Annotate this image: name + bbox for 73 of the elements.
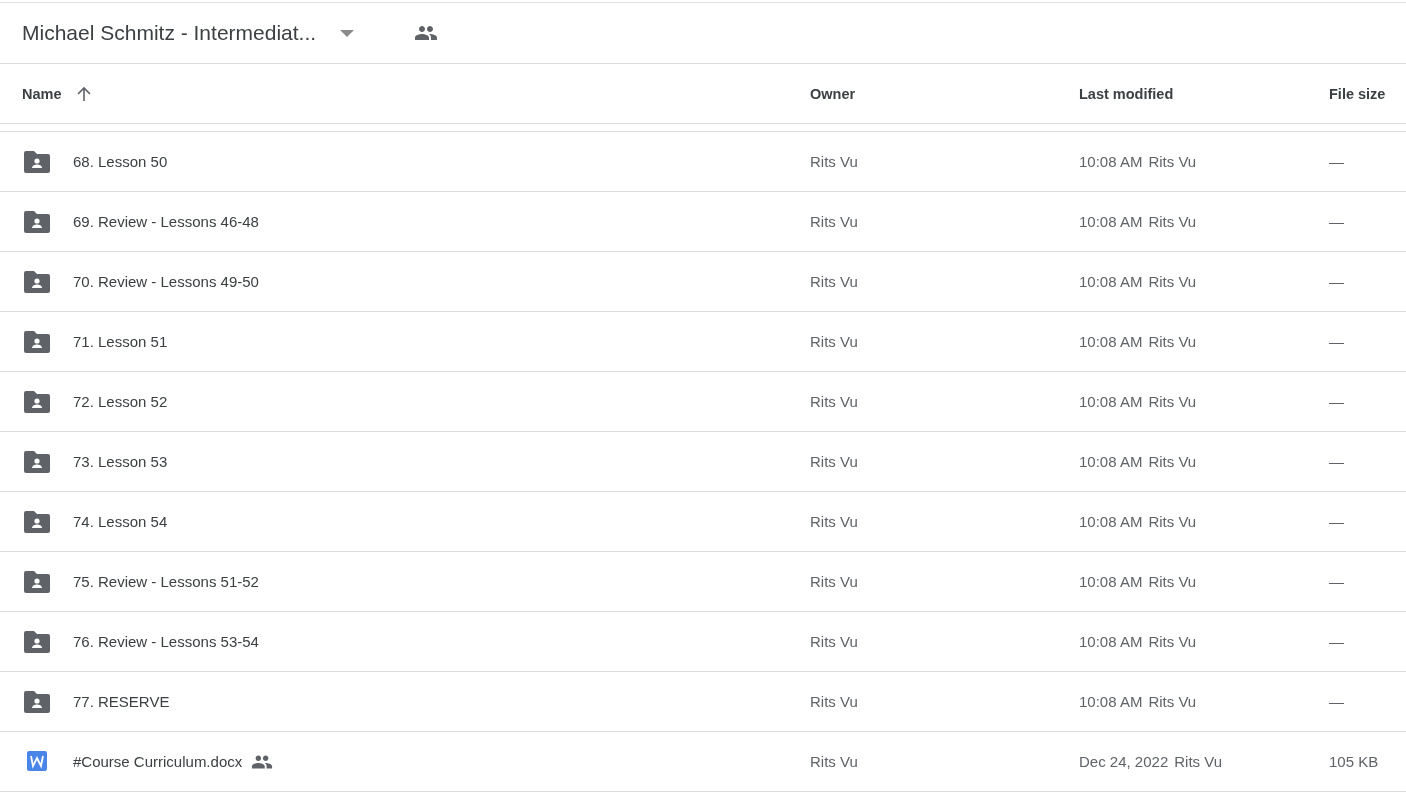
file-size: — bbox=[1329, 273, 1344, 290]
modified-by: Rits Vu bbox=[1148, 513, 1197, 530]
modified-time: 10:08 AM bbox=[1079, 573, 1143, 590]
modified-by: Rits Vu bbox=[1148, 273, 1197, 290]
shared-folder-icon bbox=[24, 690, 50, 713]
file-name[interactable]: 68. Lesson 50 bbox=[73, 153, 168, 170]
file-size: — bbox=[1329, 693, 1344, 710]
file-name[interactable]: 69. Review - Lessons 46-48 bbox=[73, 213, 259, 230]
file-size: — bbox=[1329, 453, 1344, 470]
folder-title[interactable]: Michael Schmitz - Intermediat... bbox=[22, 21, 317, 45]
word-document-icon bbox=[24, 750, 50, 773]
owner-name: Rits Vu bbox=[810, 153, 858, 170]
file-name[interactable]: 76. Review - Lessons 53-54 bbox=[73, 633, 259, 650]
owner-name: Rits Vu bbox=[810, 273, 858, 290]
modified-by: Rits Vu bbox=[1148, 393, 1197, 410]
modified-time: 10:08 AM bbox=[1079, 153, 1143, 170]
modified-by: Rits Vu bbox=[1148, 633, 1197, 650]
owner-name: Rits Vu bbox=[810, 573, 858, 590]
file-size: — bbox=[1329, 213, 1344, 230]
column-header[interactable]: File size bbox=[1329, 85, 1386, 102]
modified-by: Rits Vu bbox=[1148, 213, 1197, 230]
owner-name: Rits Vu bbox=[810, 693, 858, 710]
modified-time: 10:08 AM bbox=[1079, 633, 1143, 650]
shared-folder-icon bbox=[24, 270, 50, 293]
owner-name: Rits Vu bbox=[810, 513, 858, 530]
shared-folder-icon bbox=[24, 330, 50, 353]
owner-name: Rits Vu bbox=[810, 333, 858, 350]
file-name[interactable]: 72. Lesson 52 bbox=[73, 393, 168, 410]
modified-time: 10:08 AM bbox=[1079, 273, 1143, 290]
caret-icon[interactable] bbox=[340, 29, 355, 37]
modified-by: Rits Vu bbox=[1174, 753, 1223, 770]
file-name[interactable]: 75. Review - Lessons 51-52 bbox=[73, 573, 259, 590]
modified-time: 10:08 AM bbox=[1079, 393, 1143, 410]
column-header[interactable]: Name bbox=[22, 85, 62, 102]
owner-name: Rits Vu bbox=[810, 633, 858, 650]
column-header[interactable]: Owner bbox=[810, 85, 856, 102]
file-name[interactable]: 70. Review - Lessons 49-50 bbox=[73, 273, 259, 290]
file-size: — bbox=[1329, 573, 1344, 590]
modified-time: Dec 24, 2022 bbox=[1079, 753, 1169, 770]
modified-time: 10:08 AM bbox=[1079, 513, 1143, 530]
shared-folder-icon bbox=[24, 390, 50, 413]
column-header[interactable]: Last modified bbox=[1079, 85, 1174, 102]
owner-name: Rits Vu bbox=[810, 753, 858, 770]
file-name[interactable]: 74. Lesson 54 bbox=[73, 513, 168, 530]
owner-name: Rits Vu bbox=[810, 213, 858, 230]
shared-folder-icon bbox=[24, 570, 50, 593]
shared-folder-icon bbox=[24, 630, 50, 653]
sort-arrow-icon[interactable] bbox=[75, 85, 92, 102]
modified-time: 10:08 AM bbox=[1079, 453, 1143, 470]
shared-folder-icon bbox=[24, 150, 50, 173]
file-size: 105 KB bbox=[1329, 753, 1379, 770]
file-size: — bbox=[1329, 153, 1344, 170]
modified-time: 10:08 AM bbox=[1079, 693, 1143, 710]
modified-by: Rits Vu bbox=[1148, 333, 1197, 350]
file-name[interactable]: #Course Curriculum.docx bbox=[73, 753, 243, 770]
file-size: — bbox=[1329, 633, 1344, 650]
modified-by: Rits Vu bbox=[1148, 153, 1197, 170]
shared-folder-icon bbox=[24, 450, 50, 473]
file-size: — bbox=[1329, 513, 1344, 530]
shared-folder-icon bbox=[24, 210, 50, 233]
modified-by: Rits Vu bbox=[1148, 453, 1197, 470]
modified-by: Rits Vu bbox=[1148, 573, 1197, 590]
shared-folder-icon bbox=[24, 510, 50, 533]
file-size: — bbox=[1329, 333, 1344, 350]
modified-time: 10:08 AM bbox=[1079, 333, 1143, 350]
file-name[interactable]: 77. RESERVE bbox=[73, 693, 170, 710]
file-name[interactable]: 73. Lesson 53 bbox=[73, 453, 168, 470]
file-size: — bbox=[1329, 393, 1344, 410]
modified-time: 10:08 AM bbox=[1079, 213, 1143, 230]
modified-by: Rits Vu bbox=[1148, 693, 1197, 710]
owner-name: Rits Vu bbox=[810, 453, 858, 470]
file-name[interactable]: 71. Lesson 51 bbox=[73, 333, 168, 350]
owner-name: Rits Vu bbox=[810, 393, 858, 410]
